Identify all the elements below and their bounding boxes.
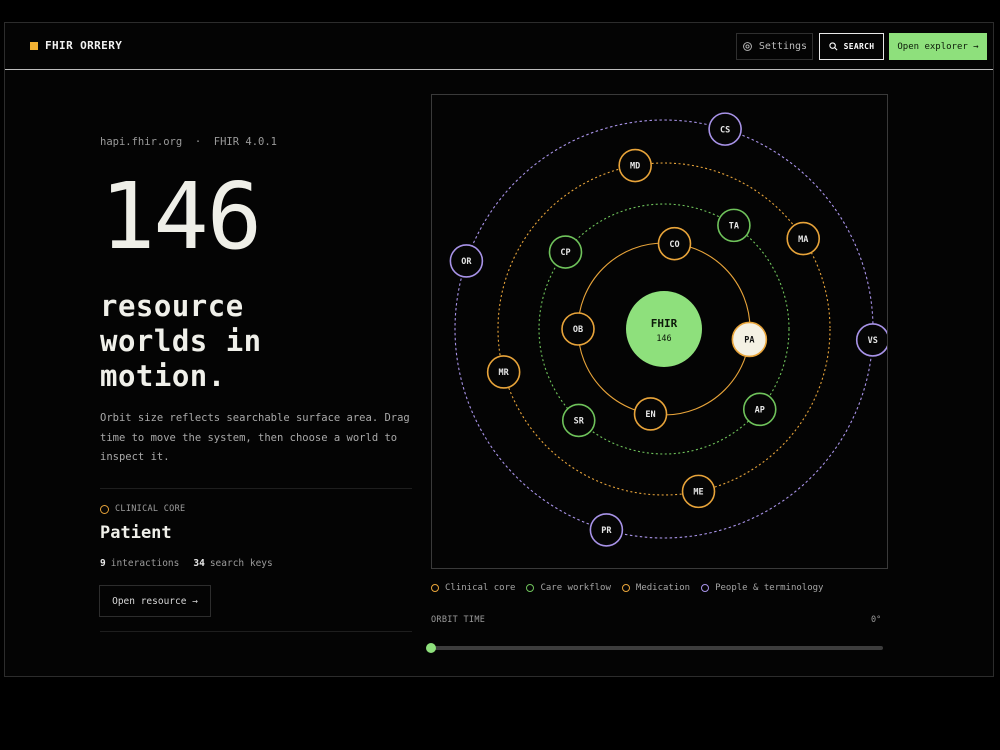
planet-pr[interactable]: PR bbox=[589, 513, 624, 547]
search-button[interactable]: SEARCH bbox=[819, 33, 884, 60]
planet-label: ME bbox=[693, 488, 703, 498]
planet-mr[interactable]: MR bbox=[486, 355, 521, 389]
legend-label: Care workflow bbox=[540, 583, 611, 593]
planet-label: MR bbox=[499, 368, 510, 378]
resource-stats: 9 interactions 34 search keys bbox=[100, 558, 273, 569]
server-host: hapi.fhir.org · FHIR 4.0.1 bbox=[100, 136, 278, 148]
fhir-sun[interactable]: FHIR 146 bbox=[626, 291, 702, 367]
top-bar: FHIR ORRERY Settings SEARCH Open explore… bbox=[5, 23, 993, 70]
planet-label: CO bbox=[669, 240, 679, 250]
planet-label: PA bbox=[744, 336, 754, 346]
planet-ta[interactable]: TA bbox=[717, 208, 751, 243]
slider-thumb[interactable] bbox=[426, 643, 436, 653]
search-keys-stat: 34 search keys bbox=[193, 558, 272, 569]
gear-icon bbox=[743, 42, 752, 51]
description: Orbit size reflects searchable surface a… bbox=[100, 412, 410, 463]
search-keys-label: search keys bbox=[209, 558, 273, 569]
planet-label: EN bbox=[645, 410, 655, 420]
legend-label: Medication bbox=[635, 583, 691, 593]
planet-pa[interactable]: PA bbox=[731, 321, 768, 358]
app-frame: FHIR ORRERY Settings SEARCH Open explore… bbox=[4, 22, 994, 677]
brand-square-icon bbox=[30, 41, 38, 50]
planet-label: PR bbox=[601, 526, 612, 536]
planet-cs[interactable]: CS bbox=[708, 112, 742, 146]
divider bbox=[100, 631, 412, 632]
interactions-count: 9 bbox=[100, 558, 106, 569]
headline-line: worlds in bbox=[100, 324, 262, 358]
divider bbox=[100, 488, 412, 489]
legend-item: Care workflow bbox=[526, 583, 611, 593]
legend-ring-icon bbox=[526, 584, 535, 592]
category-label: CLINICAL CORE bbox=[115, 504, 186, 514]
category-ring-icon bbox=[100, 504, 109, 514]
orbit-time-label: ORBIT TIME bbox=[431, 615, 486, 625]
planet-ap[interactable]: AP bbox=[742, 392, 777, 427]
planet-me[interactable]: ME bbox=[681, 474, 716, 509]
planet-label: CP bbox=[560, 248, 570, 258]
settings-button[interactable]: Settings bbox=[736, 33, 813, 60]
headline-line: motion. bbox=[100, 359, 226, 393]
planet-cp[interactable]: CP bbox=[548, 235, 583, 269]
planet-label: AP bbox=[755, 406, 765, 416]
open-resource-button[interactable]: Open resource → bbox=[99, 585, 211, 617]
planet-label: SR bbox=[574, 417, 585, 427]
search-label: SEARCH bbox=[843, 42, 875, 51]
selected-resource-name: Patient bbox=[100, 523, 172, 543]
resource-count: 146 bbox=[100, 163, 262, 270]
legend-label: Clinical core bbox=[445, 583, 516, 593]
sun-count: 146 bbox=[656, 334, 671, 344]
search-icon bbox=[829, 42, 838, 51]
planet-ma[interactable]: MA bbox=[786, 221, 821, 256]
planet-label: TA bbox=[729, 222, 739, 232]
legend: Clinical core Care workflow Medication P… bbox=[431, 583, 823, 593]
orbit-time-slider[interactable] bbox=[426, 643, 883, 653]
legend-label: People & terminology bbox=[715, 583, 824, 593]
planet-label: MD bbox=[630, 162, 640, 172]
open-explorer-button[interactable]: Open explorer → bbox=[889, 33, 987, 60]
planet-label: OR bbox=[461, 257, 472, 267]
orrery-canvas[interactable]: FHIR 146 CO PA EN OB TA CP AP SR MD MA MR ME CS OR VS PR bbox=[432, 95, 887, 568]
settings-label: Settings bbox=[758, 41, 808, 52]
planet-label: OB bbox=[573, 325, 583, 335]
interactions-label: interactions bbox=[110, 558, 180, 569]
search-keys-count: 34 bbox=[193, 558, 205, 569]
legend-item: Medication bbox=[621, 583, 691, 593]
planet-vs[interactable]: VS bbox=[855, 323, 887, 357]
legend-ring-icon bbox=[431, 584, 439, 592]
legend-item: Clinical core bbox=[431, 583, 515, 593]
planet-ob[interactable]: OB bbox=[561, 312, 595, 346]
planet-co[interactable]: CO bbox=[657, 226, 692, 261]
planet-label: VS bbox=[868, 336, 878, 346]
slider-track bbox=[431, 646, 883, 650]
planet-label: CS bbox=[720, 125, 730, 135]
brand-name: FHIR ORRERY bbox=[45, 39, 123, 52]
planet-or[interactable]: OR bbox=[449, 244, 484, 278]
planet-md[interactable]: MD bbox=[618, 148, 652, 183]
sun-label: FHIR bbox=[651, 317, 678, 330]
legend-ring-icon bbox=[701, 584, 710, 592]
headline-line: resource bbox=[100, 289, 244, 323]
selected-category: CLINICAL CORE bbox=[100, 504, 185, 514]
headline: resource worlds in motion. bbox=[100, 289, 262, 394]
interactions-stat: 9 interactions bbox=[100, 558, 179, 569]
brand[interactable]: FHIR ORRERY bbox=[30, 39, 122, 52]
orbit-time-value: 0° bbox=[871, 615, 882, 625]
legend-ring-icon bbox=[621, 584, 630, 592]
orrery-panel[interactable]: FHIR 146 CO PA EN OB TA CP AP SR MD MA MR ME CS OR VS PR bbox=[431, 94, 888, 569]
planet-sr[interactable]: SR bbox=[561, 403, 596, 438]
legend-item: People & terminology bbox=[701, 583, 823, 593]
planet-en[interactable]: EN bbox=[633, 397, 668, 431]
planet-label: MA bbox=[798, 235, 808, 245]
